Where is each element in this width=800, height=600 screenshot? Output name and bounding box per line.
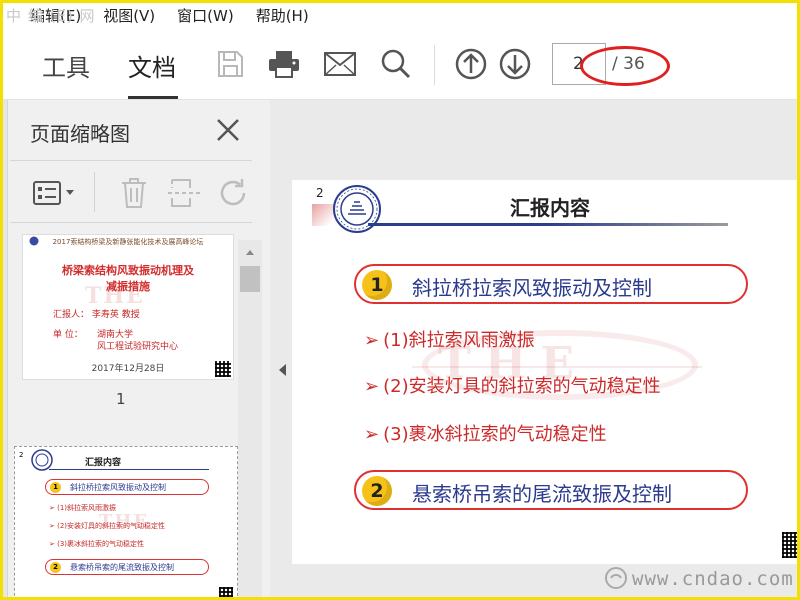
slide-page-number: 2 xyxy=(316,186,324,200)
number-badge: 1 xyxy=(362,270,392,300)
search-icon[interactable] xyxy=(378,46,414,82)
agenda-subitem-2-text: (2)安装灯具的斜拉索的气动稳定性 xyxy=(383,376,661,397)
panel-divider xyxy=(10,160,252,161)
site-watermark-top: 中 编 (E) 网 xyxy=(6,7,96,25)
arrow-bullet-icon: ➢ xyxy=(364,424,380,445)
scroll-up-icon[interactable] xyxy=(240,243,260,261)
qr-code-icon xyxy=(219,587,233,600)
save-icon[interactable] xyxy=(212,46,248,82)
qr-code-icon xyxy=(215,361,231,377)
thumbnail-scrollbar[interactable] xyxy=(238,240,262,600)
agenda-subitem-1-text: (1)斜拉索风雨激振 xyxy=(383,330,535,351)
thumbnail-unit-label: 单 位： xyxy=(53,330,83,340)
thumbnail-reporter: 汇报人： 李寿英 教授 xyxy=(53,310,140,320)
university-seal-icon xyxy=(31,449,53,471)
menu-window[interactable]: 窗口(W) xyxy=(177,5,234,26)
thumbnail-item-1-text: 斜拉桥拉索风致振动及控制 xyxy=(70,483,166,492)
thumbnail-watermark: THE xyxy=(85,283,145,309)
thumbnail-list: 2017索结构桥梁及新静张能化技术及展高峰论坛 桥梁索结构风致振动机理及 减振措… xyxy=(8,226,262,600)
thumbnail-unit-line2: 风工程试验研究中心 xyxy=(97,342,179,352)
slide-title: 汇报内容 xyxy=(510,196,590,220)
slide-title-rule xyxy=(368,223,728,226)
annotation-ellipse xyxy=(580,46,670,86)
page-up-icon[interactable] xyxy=(453,46,489,82)
close-icon[interactable] xyxy=(214,116,242,144)
thumbnail-unit-line1: 湖南大学 xyxy=(97,330,134,340)
rotate-icon[interactable] xyxy=(216,174,250,212)
agenda-subitem-3-text: (3)裹冰斜拉索的气动稳定性 xyxy=(383,424,607,445)
scrollbar-thumb[interactable] xyxy=(240,266,260,292)
thumbnail-header: 2017索结构桥梁及新静张能化技术及展高峰论坛 xyxy=(52,238,204,246)
university-seal-icon xyxy=(333,185,381,233)
agenda-item-1-text: 斜拉桥拉索风致振动及控制 xyxy=(412,276,652,300)
tab-document[interactable]: 文档 xyxy=(128,48,176,83)
extract-pages-icon[interactable] xyxy=(166,174,202,212)
site-watermark: www.cndao.com xyxy=(632,568,794,590)
panel-edge-marker xyxy=(0,52,6,78)
menu-bar: 编辑(E) 视图(V) 窗口(W) 帮助(H) xyxy=(0,0,800,30)
thumbnail-page-number: 2 xyxy=(19,451,24,459)
thumbnail-options-icon[interactable] xyxy=(32,174,78,212)
thumbnail-page-1[interactable]: 2017索结构桥梁及新静张能化技术及展高峰论坛 桥梁索结构风致振动机理及 减振措… xyxy=(22,234,234,380)
thumbnail-title: 汇报内容 xyxy=(85,458,122,468)
agenda-item-2-text: 悬索桥吊索的尾流致振及控制 xyxy=(412,482,672,506)
collapse-panel-icon[interactable] xyxy=(276,362,288,378)
qr-code-icon xyxy=(782,532,798,558)
agenda-item-2: 2 悬索桥吊索的尾流致振及控制 xyxy=(354,470,748,510)
toolbar: 工具 文档 xyxy=(0,30,800,100)
toolbar-divider xyxy=(434,45,435,85)
arrow-bullet-icon: ➢ xyxy=(364,330,380,351)
panel-title: 页面缩略图 xyxy=(30,122,130,146)
site-logo-icon xyxy=(605,567,627,589)
agenda-subitem-2: ➢ (2)安装灯具的斜拉索的气动稳定性 xyxy=(364,372,661,398)
print-icon[interactable] xyxy=(266,46,302,82)
agenda-item-1: 1 斜拉桥拉索风致振动及控制 xyxy=(354,264,748,304)
thumbnail-date: 2017年12月28日 xyxy=(91,364,165,374)
thumbnail-item-2-text: 悬索桥吊索的尾流致振及控制 xyxy=(70,563,174,572)
thumbnail-sub-3: ➢ (3)裹冰斜拉索的气动稳定性 xyxy=(49,540,145,548)
thumbnail-page-label: 1 xyxy=(116,390,126,408)
delete-icon[interactable] xyxy=(118,174,150,212)
thumbnail-item-2: 2 悬索桥吊索的尾流致振及控制 xyxy=(45,559,209,575)
menu-help[interactable]: 帮助(H) xyxy=(256,5,309,26)
menu-view[interactable]: 视图(V) xyxy=(103,5,155,26)
thumbnail-watermark: THE xyxy=(99,511,150,532)
thumbnail-unit: 单 位： 湖南大学 风工程试验研究中心 xyxy=(53,329,178,352)
agenda-subitem-3: ➢ (3)裹冰斜拉索的气动稳定性 xyxy=(364,420,607,446)
email-icon[interactable] xyxy=(322,46,358,82)
number-badge: 2 xyxy=(362,476,392,506)
number-badge: 1 xyxy=(50,482,61,493)
panel-left-edge xyxy=(0,100,8,600)
agenda-subitem-1: ➢ (1)斜拉索风雨激振 xyxy=(364,326,535,352)
arrow-bullet-icon: ➢ xyxy=(364,376,380,397)
tab-tools[interactable]: 工具 xyxy=(42,48,90,83)
panel-toolbar-divider xyxy=(94,172,95,212)
panel-divider-2 xyxy=(10,222,252,223)
thumbnail-item-1: 1 斜拉桥拉索风致振动及控制 xyxy=(45,479,209,495)
page-down-icon[interactable] xyxy=(497,46,533,82)
slide-page: 2 汇报内容 1 斜拉桥拉索风致振动及控制 THE ➢ (1)斜拉索风雨激振 ➢(… xyxy=(292,180,798,564)
thumbnail-title-line1: 桥梁索结构风致振动机理及 xyxy=(62,264,194,277)
active-tab-indicator xyxy=(128,96,178,99)
number-badge: 2 xyxy=(50,562,61,573)
thumbnail-rule xyxy=(49,469,209,470)
thumbnail-page-2[interactable]: 2 汇报内容 1 斜拉桥拉索风致振动及控制 ➢ (1)斜拉索风雨激振 ➢ (2)… xyxy=(14,446,238,600)
